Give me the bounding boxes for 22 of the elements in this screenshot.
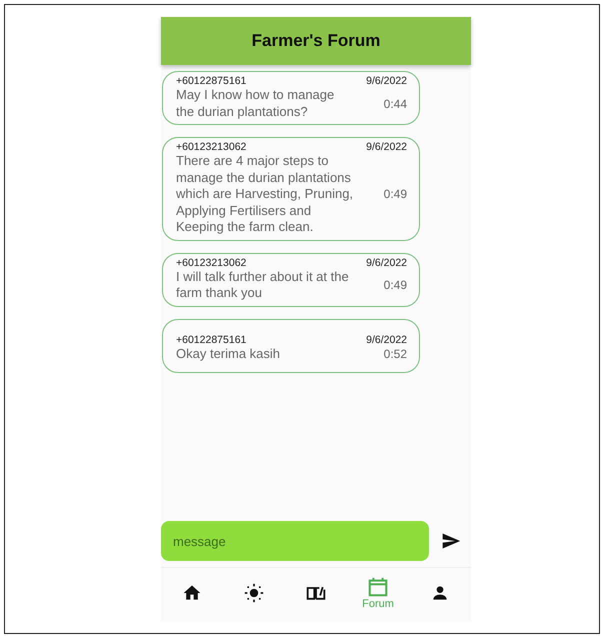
sender-phone: +60123213062 [176, 256, 246, 268]
message-time: 0:49 [384, 278, 407, 292]
message-text: Okay terima kasih [176, 346, 280, 362]
message-field[interactable]: message [161, 521, 429, 561]
message-text: May I know how to manage the durian plantations? [176, 87, 336, 120]
message-time: 0:49 [384, 187, 407, 202]
message-time: 0:44 [384, 96, 407, 110]
nav-tab[interactable]: Forum [353, 576, 403, 610]
message-text: I will talk further about it at the farm thank you [176, 268, 350, 302]
sender-phone: +60122875161 [176, 75, 246, 87]
message-date: 9/6/2022 [366, 334, 407, 346]
sender-phone: +60122875161 [176, 334, 246, 346]
message-date: 9/6/2022 [366, 141, 407, 153]
sender-phone: +60123213062 [176, 141, 246, 153]
header-title: Farmer's Forum [252, 31, 380, 51]
send-icon[interactable] [441, 531, 461, 551]
message-time: 0:52 [384, 346, 407, 361]
message-date: 9/6/2022 [366, 75, 407, 87]
message-date: 9/6/2022 [366, 256, 407, 268]
sun-icon [244, 583, 264, 603]
message-text: There are 4 major steps to manage the durian plantations which are Harvesting, Pruning, Applying Fertilisers and Keeping the farm clean. [176, 153, 354, 236]
calendar-icon [367, 576, 389, 598]
